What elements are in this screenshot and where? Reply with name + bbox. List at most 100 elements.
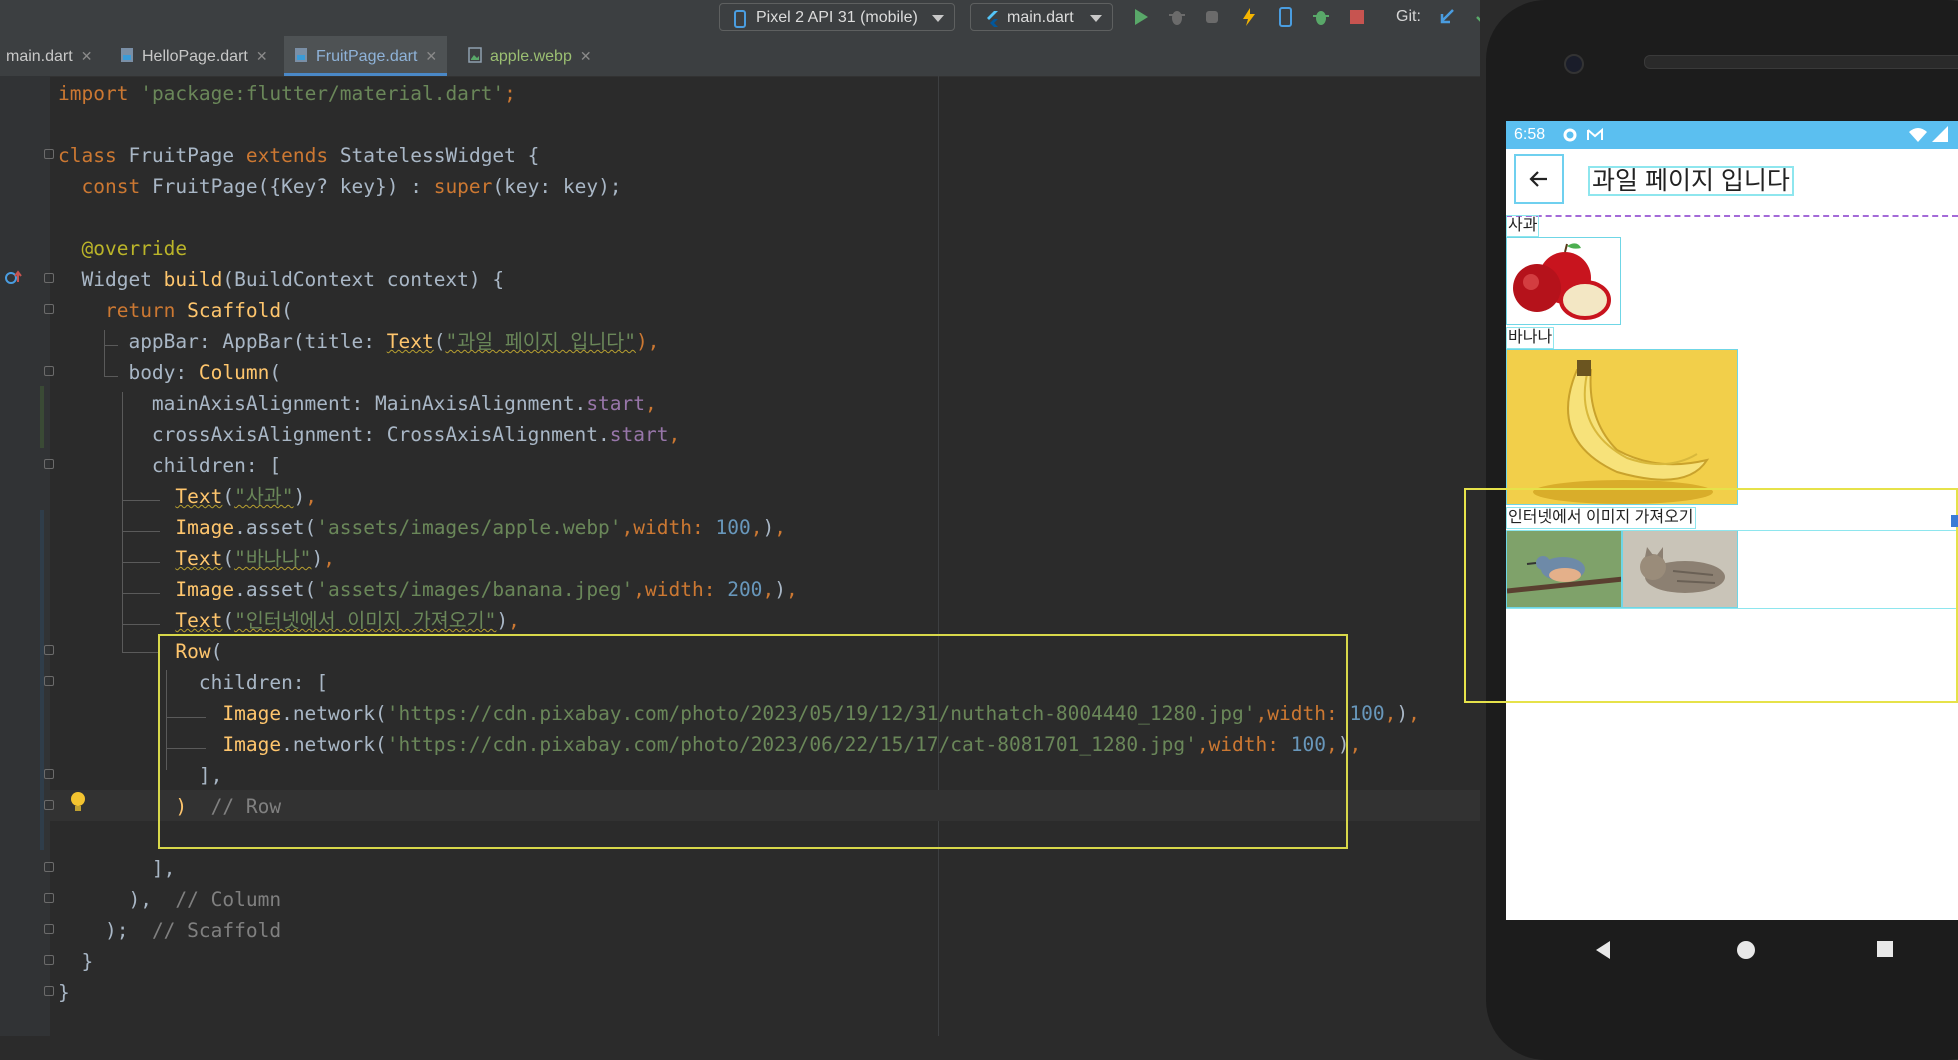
hot-reload-icon[interactable] — [1238, 6, 1260, 28]
apple-image — [1506, 237, 1621, 325]
tab-label: FruitPage.dart — [316, 48, 418, 65]
code-token: 100 — [1349, 702, 1385, 725]
fold-marker[interactable] — [44, 273, 54, 283]
code-token: Widget — [81, 268, 164, 291]
code-token: 'assets/images/apple.webp' — [316, 516, 622, 539]
app-bar-title: 과일 페이지 입니다 — [1588, 166, 1794, 196]
fold-marker[interactable] — [44, 304, 54, 314]
fold-marker[interactable] — [44, 366, 54, 376]
code-token: Image — [175, 578, 235, 601]
fold-marker[interactable] — [44, 459, 54, 469]
stop-icon[interactable] — [1346, 6, 1368, 28]
code-token: appBar: AppBar(title: — [128, 330, 387, 353]
attach-debugger-icon[interactable] — [1202, 6, 1224, 28]
fold-marker[interactable] — [44, 893, 54, 903]
code-token: Scaffold — [187, 299, 282, 322]
code-token: // Column — [175, 888, 282, 911]
apple-label: 사과 — [1506, 215, 1540, 237]
banana-label: 바나나 — [1506, 327, 1555, 349]
code-token: "사과" — [234, 485, 294, 508]
code-token: children: [ — [151, 454, 282, 477]
code-token: return — [104, 299, 176, 322]
code-token: super — [433, 175, 493, 198]
tab-apple-webp[interactable]: apple.webp ✕ — [468, 36, 592, 76]
fold-marker[interactable] — [44, 924, 54, 934]
image-file-icon — [468, 47, 482, 63]
tab-fruitpage-dart[interactable]: FruitPage.dart ✕ — [284, 36, 448, 76]
code-token: 'assets/images/banana.jpeg' — [316, 578, 634, 601]
fold-marker[interactable] — [44, 862, 54, 872]
code-token: 'package:flutter/material.dart' — [140, 82, 505, 105]
editor-tabs: main.dart ✕ HelloPage.dart ✕ FruitPage.dar… — [0, 36, 1480, 77]
code-token: ,width: — [621, 516, 716, 539]
status-time: 6:58 — [1514, 126, 1546, 143]
code-token: ( — [281, 299, 293, 322]
code-token: mainAxisAlignment: MainAxisAlignment. — [151, 392, 587, 415]
phone-icon — [734, 10, 746, 28]
code-token: @override — [81, 237, 188, 260]
code-editor[interactable]: import 'package:flutter/material.dart'; c… — [58, 78, 1420, 1008]
code-token: Text — [175, 547, 223, 570]
chevron-down-icon — [932, 15, 944, 22]
nav-recents-icon[interactable] — [1876, 940, 1894, 958]
code-token: "과일 페이지 입니다" — [445, 330, 636, 353]
tab-hellopage-dart[interactable]: HelloPage.dart ✕ — [120, 36, 268, 76]
close-icon[interactable]: ✕ — [256, 48, 268, 64]
arrow-back-icon — [1529, 171, 1547, 187]
code-token: (BuildContext context) { — [222, 268, 505, 291]
fold-marker[interactable] — [44, 986, 54, 996]
selection-handle[interactable] — [1951, 515, 1958, 527]
code-token: // Scaffold — [151, 919, 282, 942]
code-token: .asset( — [234, 516, 317, 539]
code-token: FruitPage({Key? key}) : — [151, 175, 434, 198]
nav-home-icon[interactable] — [1736, 940, 1756, 960]
code-token: Text — [175, 485, 223, 508]
fold-marker[interactable] — [44, 149, 54, 159]
back-button[interactable] — [1514, 154, 1564, 204]
close-icon[interactable]: ✕ — [580, 48, 592, 64]
android-nav-bar — [1506, 920, 1958, 976]
flutter-icon — [987, 11, 998, 27]
fold-marker[interactable] — [44, 769, 54, 779]
row-widget-highlight — [158, 634, 1348, 849]
code-token: start — [609, 423, 669, 446]
wifi-icon — [1909, 128, 1927, 142]
banana-picture — [1507, 350, 1737, 504]
nav-back-icon[interactable] — [1594, 940, 1612, 960]
chevron-down-icon — [1090, 15, 1102, 22]
tab-main-dart[interactable]: main.dart ✕ — [6, 36, 92, 76]
code-token: StatelessWidget { — [339, 144, 540, 167]
debug-icon[interactable] — [1166, 6, 1188, 28]
device-selector-label: Pixel 2 API 31 (mobile) — [756, 9, 918, 26]
fold-marker[interactable] — [44, 955, 54, 965]
selected-widget-overlay — [1464, 488, 1958, 703]
run-config-selector[interactable]: main.dart — [970, 3, 1113, 31]
code-token: Image — [175, 516, 235, 539]
gmail-icon — [1587, 127, 1603, 140]
run-icon[interactable] — [1130, 6, 1152, 28]
bug-settings-icon[interactable] — [1310, 6, 1332, 28]
fold-marker[interactable] — [44, 645, 54, 655]
dart-file-icon — [121, 48, 133, 62]
code-token: "인터넷에서 이미지 가져오기" — [234, 609, 497, 632]
tab-label: apple.webp — [490, 48, 572, 65]
git-update-icon[interactable] — [1436, 6, 1458, 28]
code-token: ), — [635, 330, 660, 353]
device-selector[interactable]: Pixel 2 API 31 (mobile) — [719, 3, 955, 31]
code-token: Column — [198, 361, 270, 384]
lightbulb-icon[interactable] — [68, 790, 88, 814]
fold-marker[interactable] — [44, 676, 54, 686]
code-token: crossAxisAlignment: CrossAxisAlignment. — [151, 423, 610, 446]
close-icon[interactable]: ✕ — [81, 48, 93, 64]
signal-icon — [1932, 126, 1948, 142]
tab-label: main.dart — [6, 48, 73, 65]
override-marker-icon[interactable] — [4, 270, 24, 286]
code-token: .asset( — [234, 578, 317, 601]
code-token: const — [81, 175, 141, 198]
fold-marker[interactable] — [44, 800, 54, 810]
run-config-label: main.dart — [1007, 9, 1074, 26]
device-manager-icon[interactable] — [1274, 6, 1296, 28]
code-token: } — [81, 950, 94, 973]
dart-file-icon — [295, 48, 307, 62]
close-icon[interactable]: ✕ — [425, 48, 437, 64]
